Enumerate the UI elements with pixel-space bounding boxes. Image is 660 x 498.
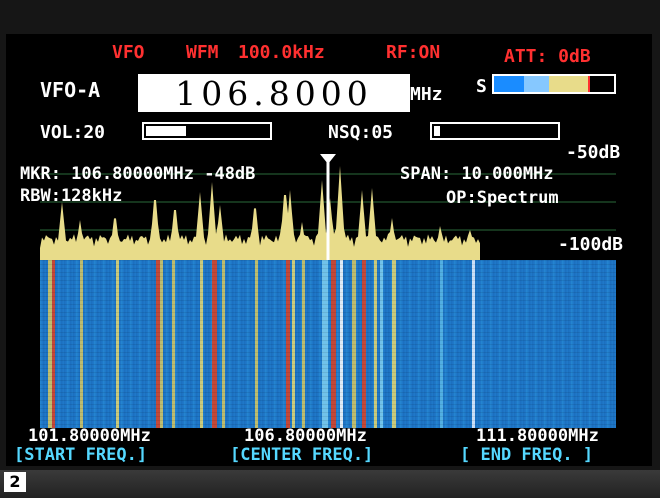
step-indicator[interactable]: 100.0kHz	[238, 44, 325, 62]
squelch-fill	[434, 126, 441, 136]
waterfall-scanline	[40, 400, 616, 401]
waterfall-scanline	[40, 392, 616, 393]
center-freq-softkey[interactable]: [CENTER FREQ.]	[230, 447, 373, 464]
waterfall-scanline	[40, 372, 616, 373]
waterfall-scanline	[40, 340, 616, 341]
waterfall-scanline	[40, 416, 616, 417]
waterfall-scanline	[40, 296, 616, 297]
bezel-bottom	[0, 470, 660, 498]
rbw-readout[interactable]: RBW:128kHz	[20, 188, 122, 205]
waterfall-scanline	[40, 384, 616, 385]
frequency-unit: MHz	[410, 84, 443, 105]
waterfall-scanline	[40, 284, 616, 285]
op-mode-readout[interactable]: OP:Spectrum	[446, 190, 559, 207]
waterfall-scanline	[40, 408, 616, 409]
s-meter-label: S	[476, 76, 487, 97]
ref-level-top: -50dB	[566, 142, 621, 163]
waterfall-scanline	[40, 360, 616, 361]
waterfall-scanline	[40, 288, 616, 289]
s-meter-segment	[588, 76, 614, 92]
vfo-label[interactable]: VFO-A	[40, 80, 100, 100]
waterfall-scanline	[40, 344, 616, 345]
volume-bar[interactable]	[142, 122, 272, 140]
waterfall-scanline	[40, 356, 616, 357]
waterfall-scanline	[40, 276, 616, 277]
waterfall-scanline	[40, 260, 616, 261]
frequency-display[interactable]: 106.8000	[138, 73, 410, 113]
waterfall-scanline	[40, 348, 616, 349]
waterfall-scanline	[40, 404, 616, 405]
waterfall-scanline	[40, 312, 616, 313]
waterfall-scanline	[40, 308, 616, 309]
axis-center-frequency: 106.80000MHz	[244, 426, 367, 446]
squelch-bar[interactable]	[430, 122, 560, 140]
waterfall-scanline	[40, 336, 616, 337]
waterfall-scanline	[40, 420, 616, 421]
radio-screen: VFO WFM 100.0kHz RF:ON ATT: 0dB VFO-A 10…	[6, 34, 652, 466]
waterfall-scanline	[40, 376, 616, 377]
waterfall-scanline	[40, 364, 616, 365]
waterfall-scanline	[40, 292, 616, 293]
waterfall-scanline	[40, 320, 616, 321]
squelch-label: NSQ:05	[328, 122, 394, 143]
span-readout[interactable]: SPAN: 10.000MHz	[400, 166, 554, 183]
volume-fill	[146, 126, 187, 136]
att-indicator[interactable]: ATT: 0dB	[504, 48, 591, 66]
waterfall-scanline	[40, 412, 616, 413]
waterfall-scanline	[40, 268, 616, 269]
mode-indicator[interactable]: WFM	[186, 44, 219, 62]
axis-start-frequency: 101.80000MHz	[28, 426, 151, 446]
volume-label: VOL:20	[40, 122, 106, 143]
waterfall-scanline	[40, 300, 616, 301]
waterfall-scanline	[40, 264, 616, 265]
marker-triangle-icon[interactable]	[320, 154, 336, 164]
waterfall-scanline	[40, 352, 616, 353]
waterfall-scanline	[40, 424, 616, 425]
axis-end-frequency: 111.80000MHz	[476, 426, 599, 446]
ref-level-bottom: -100dB	[558, 234, 624, 255]
s-meter	[492, 74, 616, 94]
waterfall-scanline	[40, 396, 616, 397]
waterfall-display[interactable]	[40, 260, 616, 428]
waterfall-scanline	[40, 280, 616, 281]
waterfall-scanline	[40, 328, 616, 329]
waterfall-scanline	[40, 332, 616, 333]
waterfall-scanline	[40, 272, 616, 273]
waterfall-scanline	[40, 324, 616, 325]
start-freq-softkey[interactable]: [START FREQ.]	[14, 447, 147, 464]
waterfall-scanline	[40, 388, 616, 389]
waterfall-scanline	[40, 380, 616, 381]
marker-readout: MKR: 106.80000MHz -48dB	[20, 164, 256, 184]
waterfall-scanline	[40, 368, 616, 369]
waterfall-scanline	[40, 316, 616, 317]
end-freq-softkey[interactable]: [ END FREQ. ]	[460, 447, 593, 464]
s-meter-segment	[549, 76, 589, 92]
vfo-indicator: VFO	[112, 42, 145, 63]
s-meter-segment	[494, 76, 524, 92]
frequency-value: 106.8000	[175, 73, 373, 113]
waterfall-scanline	[40, 304, 616, 305]
figure-number-badge: 2	[4, 472, 26, 492]
rf-indicator[interactable]: RF:ON	[386, 44, 440, 62]
s-meter-segment	[523, 76, 550, 92]
